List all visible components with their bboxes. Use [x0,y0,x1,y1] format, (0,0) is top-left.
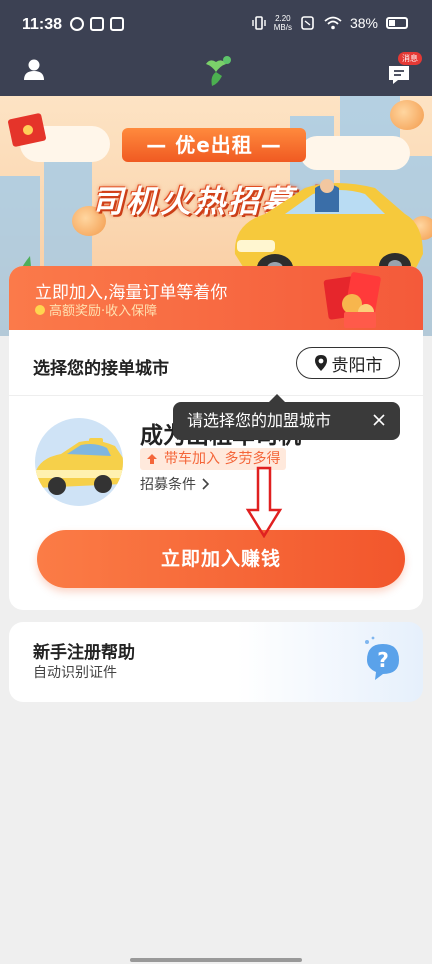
notification-icon [110,17,124,31]
join-earn-button[interactable]: 立即加入赚钱 [37,530,405,588]
tooltip-text: 请选择您的加盟城市 [187,411,332,430]
home-indicator[interactable] [130,958,302,962]
message-badge: 消息 [398,52,422,65]
city-select-button[interactable]: 贵阳市 [296,347,400,379]
gift-envelope-icon [323,272,381,328]
taxi-icon [35,438,123,495]
down-arrow-icon [245,466,283,538]
close-icon[interactable] [372,413,386,427]
promo-header: 立即加入,海量订单等着你 高额奖励·收入保障 [9,266,423,330]
city-tooltip: 请选择您的加盟城市 [173,394,400,440]
location-pin-icon [314,355,327,371]
wifi-icon [324,16,342,30]
status-right: 2.20 MB/s 38% [252,14,408,32]
city-value: 贵阳市 [331,355,383,376]
vibrate-icon [252,16,266,30]
top-bar: 11:38 2.20 MB/s 38% 消息 [0,0,432,96]
city-select-label: 选择您的接单城市 [33,359,169,379]
notification-icon [70,17,84,31]
status-bar: 11:38 2.20 MB/s 38% [0,0,432,50]
coin-decor [390,100,424,130]
status-time: 11:38 [22,16,63,33]
arrow-up-icon [147,454,157,464]
brand-pill: — 优e出租 — [122,128,306,162]
speed-value: 2.20 [275,14,291,23]
status-notification-icons [70,17,124,31]
promo-line2: 高额奖励·收入保障 [35,300,157,319]
speed-unit: MB/s [273,23,292,32]
svg-text:?: ? [377,648,389,672]
battery-percent: 38% [349,15,378,31]
notification-icon [90,17,104,31]
taxi-avatar [35,418,123,506]
help-question-icon: ? [365,636,399,680]
red-envelope-icon [8,113,46,147]
battery-icon [386,17,408,29]
promo-line2-text: 高额奖励·收入保障 [49,304,158,319]
app-bar: 消息 [0,50,432,96]
cloud-decor [300,136,410,170]
help-title: 新手注册帮助 [33,643,135,663]
app-logo-icon [206,56,231,86]
sim-icon [301,16,314,30]
chevron-right-icon [202,478,210,490]
register-help-card[interactable]: 新手注册帮助 自动识别证件 ? [9,622,423,702]
user-icon[interactable] [22,58,46,82]
network-speed: 2.20 MB/s [274,14,292,32]
help-subtitle: 自动识别证件 [33,665,117,681]
conditions-link-text: 招募条件 [140,477,196,493]
heart-icon [35,304,45,315]
city-select-row: 选择您的接单城市 贵阳市 [9,330,423,396]
conditions-link[interactable]: 招募条件 [140,474,210,494]
